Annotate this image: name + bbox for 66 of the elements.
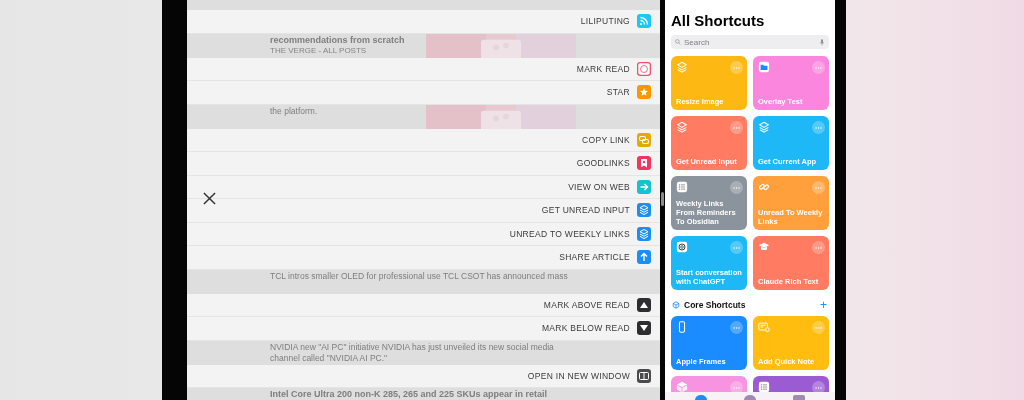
menu-item[interactable]: MARK BELOW READ [187, 317, 660, 341]
search-icon [675, 39, 681, 45]
article-text: Intel Core Ultra 200 non-K 285, 265 and 225 SKUs appear in retail [270, 389, 548, 400]
tab-icon[interactable] [792, 394, 805, 400]
tab-icon[interactable] [695, 394, 708, 400]
cube-icon [672, 301, 680, 309]
shortcut-card[interactable] [671, 376, 747, 392]
menu-item[interactable]: STAR [187, 81, 660, 105]
more-icon [733, 326, 740, 329]
more-icon [733, 126, 740, 129]
link-icon [758, 181, 770, 193]
menu-item[interactable]: VIEW ON WEB [187, 175, 660, 199]
more-button[interactable] [730, 241, 743, 254]
more-button[interactable] [812, 181, 825, 194]
menu-item[interactable]: COPY LINK [187, 128, 660, 152]
tab-icon[interactable] [744, 394, 756, 400]
microphone-icon[interactable] [820, 38, 824, 46]
more-icon [815, 246, 822, 249]
more-icon [815, 326, 822, 329]
layers-icon [758, 121, 770, 133]
menu-item[interactable]: GOODLINKS [187, 152, 660, 176]
more-button[interactable] [730, 61, 743, 74]
menu-item[interactable]: GET UNREAD INPUT [187, 199, 660, 223]
shortcut-card[interactable] [753, 376, 829, 392]
menu-item[interactable]: OPEN IN NEW WINDOW [187, 364, 660, 388]
split-handle[interactable] [661, 192, 664, 206]
more-icon [815, 126, 822, 129]
layers-icon [676, 61, 688, 73]
more-button[interactable] [812, 241, 825, 254]
menu-item[interactable]: MARK ABOVE READ [187, 293, 660, 317]
list-icon [676, 181, 688, 193]
more-icon [733, 246, 740, 249]
menu-item[interactable]: SHARE ARTICLE [187, 246, 660, 270]
more-button[interactable] [812, 321, 825, 334]
close-icon[interactable] [203, 192, 216, 205]
more-icon [733, 186, 740, 189]
article-text: the platform. [270, 105, 318, 117]
list-icon [758, 381, 770, 392]
page-title: All Shortcuts [671, 12, 766, 30]
menu-item[interactable]: MARK READ [187, 57, 660, 81]
graduation-cap-icon [758, 241, 770, 253]
search-field[interactable]: Search [671, 35, 829, 49]
article-text: TCL intros smaller OLED for professional use TCL CSOT has announced mass [270, 270, 568, 282]
section-title: Core Shortcuts [684, 300, 747, 310]
knot-icon [676, 241, 688, 253]
layers-icon [676, 121, 688, 133]
more-icon [733, 386, 740, 389]
article-text: recommendations from scratch [270, 34, 405, 46]
more-icon [815, 186, 822, 189]
note-icon [758, 321, 770, 333]
more-button[interactable] [730, 321, 743, 334]
box-icon [676, 381, 688, 392]
menu-item[interactable]: LILIPUTING [187, 10, 660, 34]
more-icon [733, 66, 740, 69]
more-button[interactable] [730, 121, 743, 134]
article-text: channel called "NVIDIA AI PC." [270, 352, 389, 364]
more-icon [815, 386, 822, 389]
folder-icon [758, 61, 770, 73]
article-text: NVIDIA new "AI PC" initiative NVIDIA has just unveiled its new social media [270, 341, 554, 353]
more-button[interactable] [812, 121, 825, 134]
phone-icon [676, 321, 688, 333]
more-icon [815, 66, 822, 69]
article-text: THE VERGE - ALL POSTS [270, 45, 368, 56]
more-button[interactable] [812, 61, 825, 74]
more-button[interactable] [730, 181, 743, 194]
menu-item[interactable]: UNREAD TO WEEKLY LINKS [187, 222, 660, 246]
